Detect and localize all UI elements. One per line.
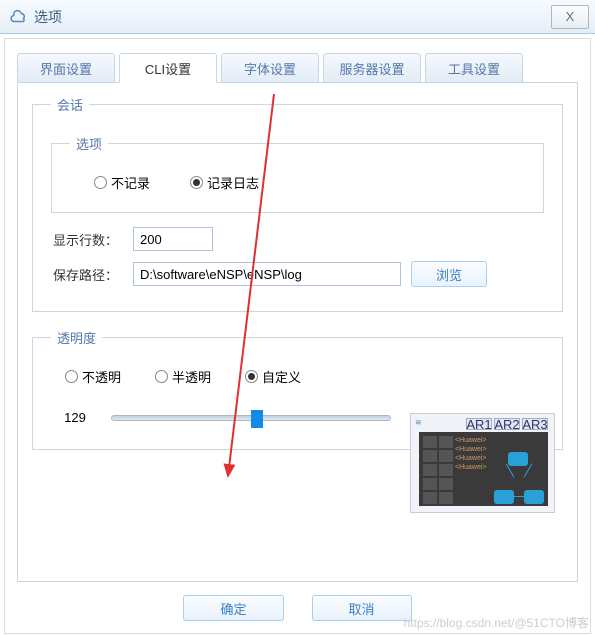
ok-button[interactable]: 确定 <box>183 595 283 621</box>
window-title: 选项 <box>34 7 62 27</box>
tab-server[interactable]: 服务器设置 <box>323 53 421 83</box>
close-button[interactable]: X <box>551 5 589 29</box>
tab-tools[interactable]: 工具设置 <box>425 53 523 83</box>
titlebar: 选项 X <box>0 0 595 34</box>
radio-record-log[interactable]: 记录日志 <box>190 173 259 192</box>
radio-no-record[interactable]: 不记录 <box>94 173 150 192</box>
tab-interface[interactable]: 界面设置 <box>17 53 115 83</box>
rows-label: 显示行数： <box>53 230 123 249</box>
slider-value: 129 <box>55 410 95 425</box>
transparency-slider[interactable] <box>111 415 391 421</box>
options-group: 选项 不记录 记录日志 <box>51 134 544 213</box>
radio-icon <box>155 370 168 383</box>
cloud-icon <box>10 8 28 26</box>
preview-thumbnail: ≋ AR1 AR2 AR3 <Huawei><Huawei><Huawei><H… <box>410 413 555 513</box>
tab-font[interactable]: 字体设置 <box>221 53 319 83</box>
rows-input[interactable] <box>133 227 213 251</box>
preview-tab: AR2 <box>494 418 520 430</box>
watermark: https://blog.csdn.net/@51CTO博客 <box>404 614 589 631</box>
browse-button[interactable]: 浏览 <box>411 261 487 287</box>
radio-icon <box>65 370 78 383</box>
path-label: 保存路径： <box>53 265 123 284</box>
radio-opaque[interactable]: 不透明 <box>65 367 121 386</box>
session-group: 会话 选项 不记录 记录日志 显示行数： <box>32 95 563 312</box>
preview-tab: AR3 <box>522 418 548 430</box>
radio-icon <box>94 176 107 189</box>
rows-row: 显示行数： <box>53 227 542 251</box>
radio-custom[interactable]: 自定义 <box>245 367 301 386</box>
tab-cli[interactable]: CLI设置 <box>119 53 217 83</box>
slider-thumb[interactable] <box>251 410 263 428</box>
cancel-button[interactable]: 取消 <box>312 595 412 621</box>
session-legend: 会话 <box>51 95 89 114</box>
path-input[interactable] <box>133 262 401 286</box>
tab-bar: 界面设置 CLI设置 字体设置 服务器设置 工具设置 <box>17 53 578 83</box>
content-area: 界面设置 CLI设置 字体设置 服务器设置 工具设置 会话 选项 不记录 记录日… <box>4 38 591 634</box>
options-legend: 选项 <box>70 134 108 153</box>
path-row: 保存路径： 浏览 <box>53 261 542 287</box>
preview-tab: AR1 <box>466 418 492 430</box>
radio-icon <box>190 176 203 189</box>
radio-semi[interactable]: 半透明 <box>155 367 211 386</box>
radio-icon <box>245 370 258 383</box>
cli-panel: 会话 选项 不记录 记录日志 显示行数： <box>17 82 578 582</box>
transparency-legend: 透明度 <box>51 328 102 347</box>
preview-logo: ≋ <box>415 418 422 427</box>
